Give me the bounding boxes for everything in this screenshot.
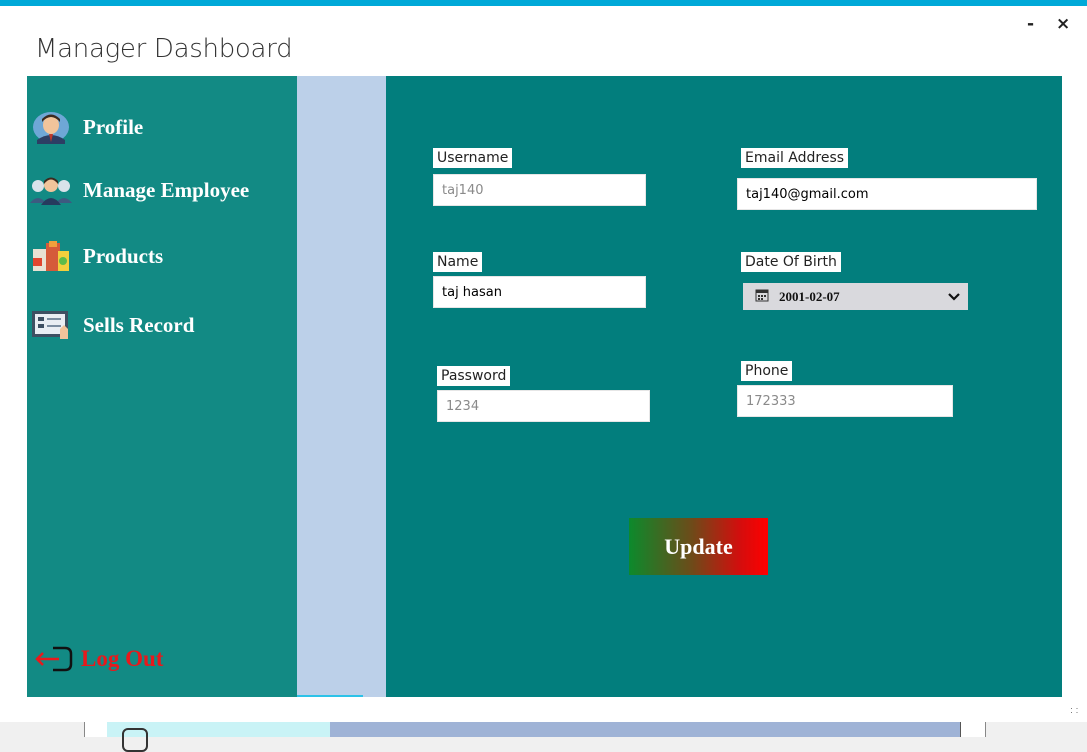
dashboard-window: - × Manager Dashboard Profile Manage Emp…	[0, 0, 1087, 722]
sidebar-item-label: Manage Employee	[83, 177, 250, 202]
sidebar-item-label: Profile	[83, 114, 144, 139]
update-button[interactable]: Update	[629, 518, 768, 575]
logout-icon	[27, 642, 75, 676]
email-field[interactable]: taj140@gmail.com	[737, 178, 1037, 210]
employees-group-icon	[27, 173, 75, 207]
name-field[interactable]: taj hasan	[433, 276, 646, 308]
sidebar-item-profile[interactable]: Profile	[27, 110, 143, 144]
dob-value: 2001-02-07	[779, 288, 840, 304]
sidebar-item-label: Sells Record	[83, 312, 195, 337]
sidebar-divider-strip	[297, 76, 386, 697]
sidebar-item-manage-employee[interactable]: Manage Employee	[27, 173, 249, 207]
password-label: Password	[437, 366, 511, 386]
main-panel	[386, 76, 1062, 697]
close-button[interactable]: ×	[1056, 14, 1070, 34]
logout-button[interactable]: Log Out	[27, 642, 163, 676]
password-field[interactable]: 1234	[437, 390, 650, 422]
resize-grip-icon[interactable]: · · · ·	[1070, 704, 1082, 720]
phone-field[interactable]: 172333	[737, 385, 953, 417]
phone-label: Phone	[741, 361, 793, 381]
window-title: Manager Dashboard	[35, 34, 293, 64]
strip-accent-line	[297, 695, 363, 697]
background-panel-blue	[330, 722, 961, 737]
email-label: Email Address	[741, 148, 849, 168]
chevron-down-icon[interactable]	[948, 289, 960, 305]
minimize-button[interactable]: -	[1027, 14, 1034, 34]
sidebar-item-label: Products	[83, 243, 164, 268]
sidebar-item-products[interactable]: Products	[27, 239, 163, 273]
background-icon	[122, 728, 148, 752]
sidebar-item-sells-record[interactable]: Sells Record	[27, 308, 194, 342]
username-label: Username	[433, 148, 513, 168]
username-field[interactable]: taj140	[433, 174, 646, 206]
dob-label: Date Of Birth	[741, 252, 841, 272]
name-label: Name	[433, 252, 483, 272]
logout-label: Log Out	[81, 646, 164, 671]
calendar-icon	[755, 288, 769, 306]
sidebar: Profile Manage Employee Products Sells R…	[27, 76, 297, 697]
products-box-icon	[27, 239, 75, 273]
sales-record-icon	[27, 308, 75, 342]
dob-date-picker[interactable]: 2001-02-07	[743, 283, 968, 310]
manager-avatar-icon	[27, 110, 75, 144]
